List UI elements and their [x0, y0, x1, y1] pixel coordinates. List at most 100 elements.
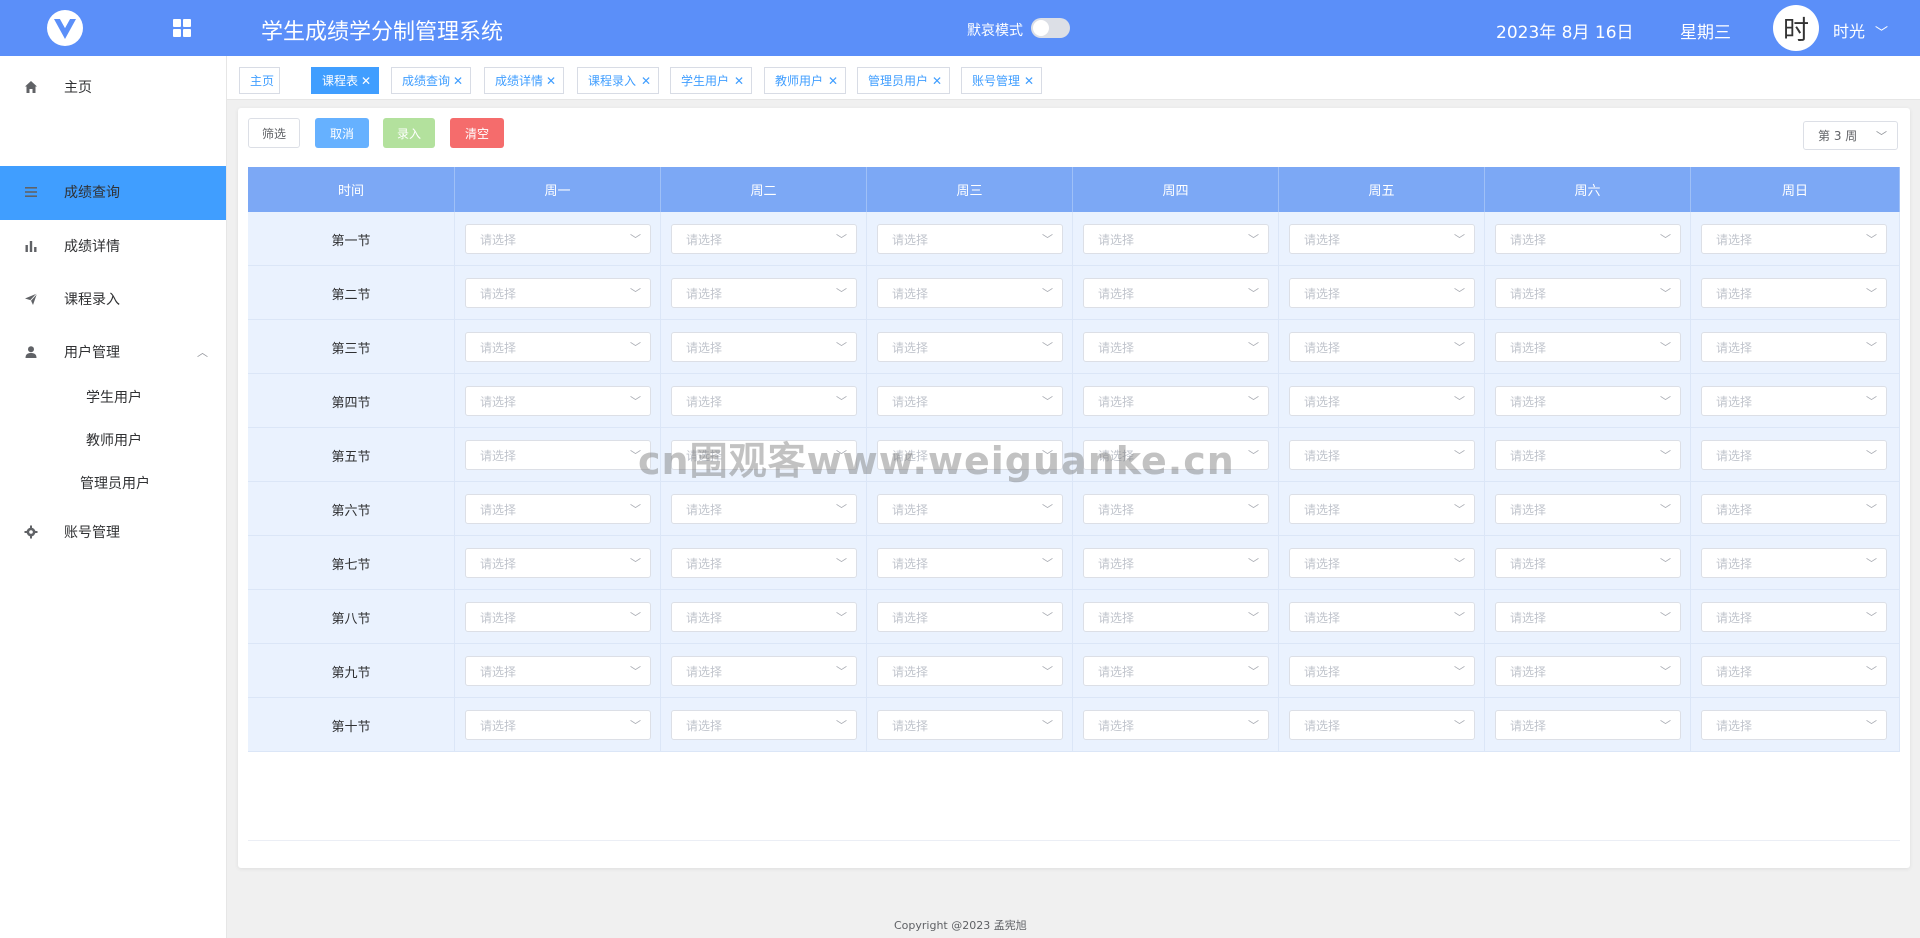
course-select[interactable]: 请选择 ﹀: [1701, 224, 1887, 254]
cancel-button[interactable]: 取消: [315, 118, 369, 148]
sidebar-item-account-management[interactable]: 账号管理: [0, 507, 226, 557]
course-select[interactable]: 请选择 ﹀: [1701, 440, 1887, 470]
course-select[interactable]: 请选择 ﹀: [1701, 602, 1887, 632]
sidebar-item-score-detail[interactable]: 成绩详情: [0, 221, 226, 271]
avatar[interactable]: 时: [1773, 5, 1819, 51]
tab-schedule[interactable]: 课程表 ✕: [311, 67, 379, 94]
sidebar-subitem-admin-users[interactable]: 管理员用户: [80, 473, 150, 493]
filter-button[interactable]: 筛选: [248, 118, 300, 148]
course-select[interactable]: 请选择 ﹀: [877, 494, 1063, 524]
sidebar-subitem-student-users[interactable]: 学生用户: [86, 387, 142, 407]
course-select[interactable]: 请选择 ﹀: [1495, 656, 1681, 686]
sidebar-item-user-management[interactable]: 用户管理 ︿: [0, 327, 226, 377]
course-select[interactable]: 请选择 ﹀: [1289, 602, 1475, 632]
course-select[interactable]: 请选择 ﹀: [1495, 224, 1681, 254]
course-select[interactable]: 请选择 ﹀: [1701, 332, 1887, 362]
course-select[interactable]: 请选择 ﹀: [1495, 386, 1681, 416]
course-select[interactable]: 请选择 ﹀: [1083, 224, 1269, 254]
tab-score-detail[interactable]: 成绩详情 ✕: [484, 67, 564, 94]
close-icon[interactable]: ✕: [932, 74, 942, 88]
course-select[interactable]: 请选择 ﹀: [671, 548, 857, 578]
course-select[interactable]: 请选择 ﹀: [877, 602, 1063, 632]
username[interactable]: 时光: [1833, 18, 1865, 42]
course-select[interactable]: 请选择 ﹀: [1083, 602, 1269, 632]
course-select[interactable]: 请选择 ﹀: [1495, 278, 1681, 308]
course-select[interactable]: 请选择 ﹀: [1701, 494, 1887, 524]
course-select[interactable]: 请选择 ﹀: [1289, 656, 1475, 686]
sidebar-item-home[interactable]: 主页: [0, 62, 226, 112]
mourning-mode-toggle[interactable]: [1031, 18, 1070, 38]
course-select[interactable]: 请选择 ﹀: [877, 656, 1063, 686]
course-select[interactable]: 请选择 ﹀: [1701, 656, 1887, 686]
course-select[interactable]: 请选择 ﹀: [465, 278, 651, 308]
course-select[interactable]: 请选择 ﹀: [671, 494, 857, 524]
course-select[interactable]: 请选择 ﹀: [1289, 494, 1475, 524]
course-select[interactable]: 请选择 ﹀: [671, 224, 857, 254]
course-select[interactable]: 请选择 ﹀: [877, 710, 1063, 740]
tab-home[interactable]: 主页: [239, 67, 280, 94]
apps-grid-icon[interactable]: [173, 19, 191, 37]
tab-account-management[interactable]: 账号管理 ✕: [961, 67, 1042, 94]
close-icon[interactable]: ✕: [546, 74, 556, 88]
tab-course-entry[interactable]: 课程录入 ✕: [577, 67, 659, 94]
clear-button[interactable]: 清空: [450, 118, 504, 148]
course-select[interactable]: 请选择 ﹀: [671, 386, 857, 416]
close-icon[interactable]: ✕: [641, 74, 651, 88]
course-select[interactable]: 请选择 ﹀: [1289, 386, 1475, 416]
course-select[interactable]: 请选择 ﹀: [1289, 548, 1475, 578]
course-select[interactable]: 请选择 ﹀: [465, 332, 651, 362]
course-select[interactable]: 请选择 ﹀: [465, 386, 651, 416]
close-icon[interactable]: ✕: [453, 74, 463, 88]
course-select[interactable]: 请选择 ﹀: [1083, 710, 1269, 740]
course-select[interactable]: 请选择 ﹀: [1701, 278, 1887, 308]
course-select[interactable]: 请选择 ﹀: [1083, 494, 1269, 524]
course-select[interactable]: 请选择 ﹀: [877, 224, 1063, 254]
close-icon[interactable]: ✕: [734, 74, 744, 88]
course-select[interactable]: 请选择 ﹀: [1495, 548, 1681, 578]
course-select[interactable]: 请选择 ﹀: [1701, 548, 1887, 578]
course-select[interactable]: 请选择 ﹀: [465, 224, 651, 254]
tab-teacher-users[interactable]: 教师用户 ✕: [764, 67, 846, 94]
course-select[interactable]: 请选择 ﹀: [1495, 494, 1681, 524]
course-select[interactable]: 请选择 ﹀: [465, 710, 651, 740]
course-select[interactable]: 请选择 ﹀: [1289, 440, 1475, 470]
course-select[interactable]: 请选择 ﹀: [1083, 386, 1269, 416]
close-icon[interactable]: ✕: [361, 74, 371, 88]
course-select[interactable]: 请选择 ﹀: [1289, 224, 1475, 254]
course-select[interactable]: 请选择 ﹀: [465, 440, 651, 470]
course-select[interactable]: 请选择 ﹀: [1083, 278, 1269, 308]
course-select[interactable]: 请选择 ﹀: [465, 656, 651, 686]
course-select[interactable]: 请选择 ﹀: [1495, 710, 1681, 740]
course-select[interactable]: 请选择 ﹀: [671, 332, 857, 362]
course-select[interactable]: 请选择 ﹀: [877, 386, 1063, 416]
course-select[interactable]: 请选择 ﹀: [1083, 332, 1269, 362]
course-select[interactable]: 请选择 ﹀: [1289, 332, 1475, 362]
sidebar-subitem-teacher-users[interactable]: 教师用户: [86, 430, 142, 450]
course-select[interactable]: 请选择 ﹀: [1083, 656, 1269, 686]
course-select[interactable]: 请选择 ﹀: [877, 548, 1063, 578]
tab-student-users[interactable]: 学生用户 ✕: [670, 67, 752, 94]
course-select[interactable]: 请选择 ﹀: [1289, 278, 1475, 308]
course-select[interactable]: 请选择 ﹀: [671, 710, 857, 740]
tab-score-query[interactable]: 成绩查询 ✕: [391, 67, 471, 94]
enter-button[interactable]: 录入: [383, 118, 435, 148]
course-select[interactable]: 请选择 ﹀: [465, 494, 651, 524]
course-select[interactable]: 请选择 ﹀: [465, 548, 651, 578]
course-select[interactable]: 请选择 ﹀: [1495, 332, 1681, 362]
course-select[interactable]: 请选择 ﹀: [1495, 440, 1681, 470]
close-icon[interactable]: ✕: [1024, 74, 1034, 88]
course-select[interactable]: 请选择 ﹀: [1289, 710, 1475, 740]
course-select[interactable]: 请选择 ﹀: [1701, 710, 1887, 740]
close-icon[interactable]: ✕: [828, 74, 838, 88]
course-select[interactable]: 请选择 ﹀: [877, 332, 1063, 362]
course-select[interactable]: 请选择 ﹀: [1495, 602, 1681, 632]
course-select[interactable]: 请选择 ﹀: [1701, 386, 1887, 416]
week-select[interactable]: 第 3 周 ﹀: [1803, 121, 1898, 150]
chevron-down-icon[interactable]: ﹀: [1875, 22, 1888, 41]
course-select[interactable]: 请选择 ﹀: [671, 656, 857, 686]
course-select[interactable]: 请选择 ﹀: [1083, 548, 1269, 578]
course-select[interactable]: 请选择 ﹀: [671, 278, 857, 308]
sidebar-item-score-query[interactable]: 成绩查询: [0, 167, 226, 217]
tab-admin-users[interactable]: 管理员用户 ✕: [857, 67, 950, 94]
course-select[interactable]: 请选择 ﹀: [671, 602, 857, 632]
